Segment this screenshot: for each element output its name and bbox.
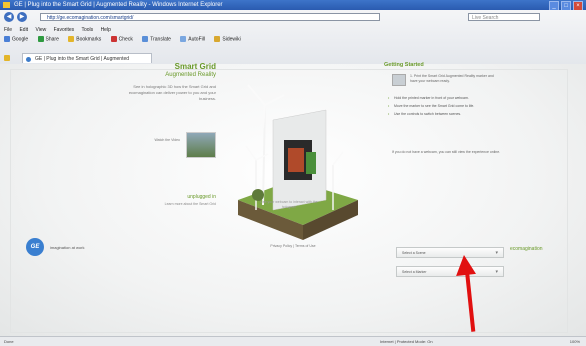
- chevron-down-icon: ▾: [495, 250, 498, 256]
- video-thumbnail[interactable]: [186, 132, 216, 158]
- toolbar-share[interactable]: Share: [37, 36, 59, 42]
- marker-dropdown[interactable]: Select a Marker ▾: [396, 266, 504, 277]
- scene-dropdown-label: Select a Scene: [402, 251, 426, 255]
- toolbar-check[interactable]: Check: [110, 36, 133, 42]
- unplugged-subtext: Learn more about the Smart Grid: [164, 202, 216, 206]
- toolbar-sidewiki[interactable]: Sidewiki: [214, 36, 241, 42]
- menu-favorites[interactable]: Favorites: [54, 27, 75, 33]
- menu-view[interactable]: View: [35, 27, 46, 33]
- window-titlebar: GE | Plug into the Smart Grid | Augmente…: [0, 0, 586, 11]
- ecomagination-logo[interactable]: ecomagination: [510, 246, 543, 252]
- tab-active[interactable]: GE | Plug into the Smart Grid | Augmente…: [22, 53, 152, 63]
- check-icon: [110, 36, 117, 42]
- ge-favicon-icon: [26, 57, 31, 62]
- tab-label: GE | Plug into the Smart Grid | Augmente…: [35, 56, 130, 62]
- turbine-blade: [332, 151, 344, 166]
- window-title: GE | Plug into the Smart Grid | Augmente…: [14, 2, 223, 8]
- favorites-star-icon[interactable]: [4, 55, 10, 61]
- turbine-blade: [264, 94, 285, 106]
- hologram-caption: Use your webcam to interact with the hol…: [260, 200, 318, 209]
- menu-help[interactable]: Help: [101, 27, 111, 33]
- google-icon: [4, 36, 10, 42]
- forward-button[interactable]: ▶: [17, 12, 27, 22]
- unplugged-link[interactable]: unplugged in: [160, 194, 216, 200]
- ge-logo[interactable]: GE: [26, 238, 44, 256]
- smart-grid-hologram: [238, 84, 358, 240]
- star-icon: [68, 36, 75, 42]
- webcam-note: If you do not have a webcam, you can sti…: [392, 150, 501, 154]
- menu-tools[interactable]: Tools: [81, 27, 93, 33]
- toolbar-bookmarks[interactable]: Bookmarks: [68, 36, 101, 42]
- sidewiki-icon: [214, 36, 221, 42]
- chevron-down-icon: ▾: [495, 269, 498, 275]
- menu-edit[interactable]: Edit: [19, 27, 28, 33]
- browser-chrome: ◀ ▶ http://ge.ecomagination.com/smartgri…: [0, 10, 586, 65]
- getting-started-lead: 1. Print the Smart Grid Augmented Realit…: [410, 74, 494, 83]
- back-button[interactable]: ◀: [4, 12, 14, 22]
- turbine-blade: [247, 84, 266, 106]
- list-item: Move the marker to see the Smart Grid co…: [388, 104, 506, 109]
- instructions-list: Hold the printed marker in front of your…: [388, 96, 506, 120]
- page-subheading: Augmented Reality: [165, 72, 216, 78]
- scene-dropdown[interactable]: Select a Scene ▾: [396, 247, 504, 258]
- toolbar-autofill[interactable]: AutoFill: [180, 36, 205, 42]
- list-item: Hold the printed marker in front of your…: [388, 96, 506, 101]
- menu-bar: File Edit View Favorites Tools Help: [4, 27, 586, 33]
- share-icon: [37, 36, 44, 42]
- marker-dropdown-label: Select a Marker: [402, 270, 427, 274]
- toolbar-translate[interactable]: Translate: [142, 36, 171, 42]
- appliance: [288, 148, 304, 172]
- ie-icon: [3, 2, 10, 8]
- footer-links[interactable]: Privacy Policy | Terms of Use: [248, 244, 338, 248]
- address-bar[interactable]: http://ge.ecomagination.com/smartgrid/: [40, 13, 380, 21]
- video-link-text[interactable]: Watch the Video: [150, 138, 181, 143]
- google-toolbar: Google Share Bookmarks Check Translate A…: [4, 36, 586, 42]
- marker-thumbnail[interactable]: [392, 74, 406, 86]
- menu-file[interactable]: File: [4, 27, 12, 33]
- list-item: Use the controls to switch between scene…: [388, 112, 506, 117]
- intro-text: See in holographic 3D how the Smart Grid…: [128, 84, 216, 101]
- turbine-blade: [245, 145, 257, 161]
- search-input[interactable]: Live Search: [468, 13, 540, 21]
- turbine-blade: [255, 153, 269, 161]
- appliance-green: [306, 152, 316, 174]
- ge-tagline: imagination at work: [50, 245, 85, 250]
- autofill-icon: [180, 36, 187, 42]
- page-heading: Smart Grid: [174, 62, 216, 71]
- getting-started-title: Getting Started: [384, 62, 424, 68]
- toolbar-google[interactable]: Google: [4, 36, 28, 42]
- translate-icon: [142, 36, 149, 42]
